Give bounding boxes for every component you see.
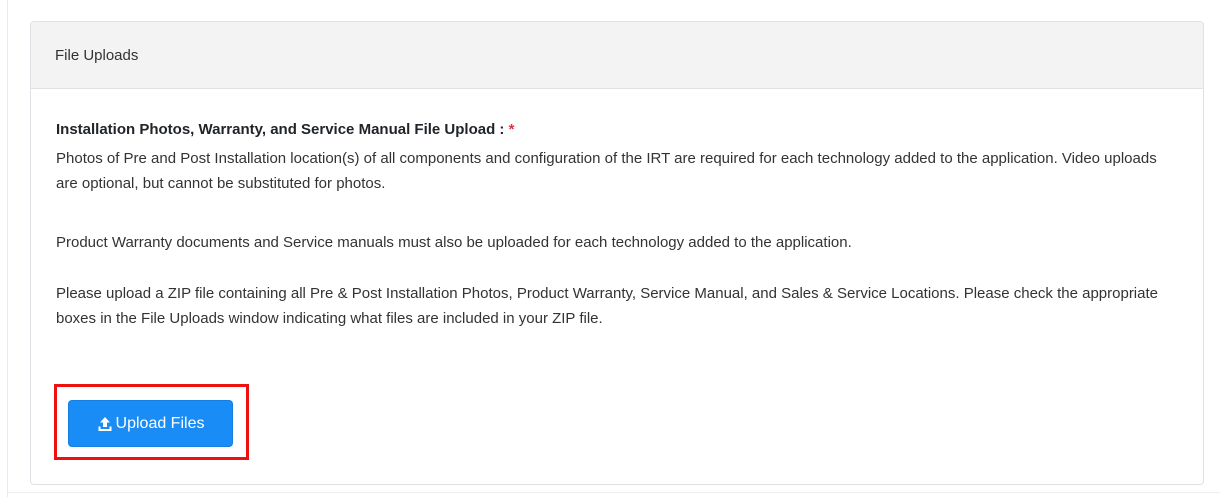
- instructions-paragraph-warranty: Product Warranty documents and Service m…: [56, 234, 852, 251]
- required-marker: *: [508, 121, 515, 138]
- upload-field-label: Installation Photos, Warranty, and Servi…: [56, 121, 514, 138]
- instructions-paragraph-photos: Photos of Pre and Post Installation loca…: [56, 150, 1157, 192]
- instructions-paragraph-zip: Please upload a ZIP file containing all …: [56, 285, 1158, 327]
- bottom-divider: [8, 492, 1220, 493]
- upload-icon: [97, 416, 113, 432]
- upload-files-button[interactable]: Upload Files: [68, 400, 233, 447]
- left-divider: [7, 0, 8, 497]
- upload-field-label-text: Installation Photos, Warranty, and Servi…: [56, 121, 505, 138]
- card-header-title: File Uploads: [55, 46, 139, 64]
- card-header: File Uploads: [31, 22, 1203, 89]
- upload-files-button-label: Upload Files: [115, 414, 205, 432]
